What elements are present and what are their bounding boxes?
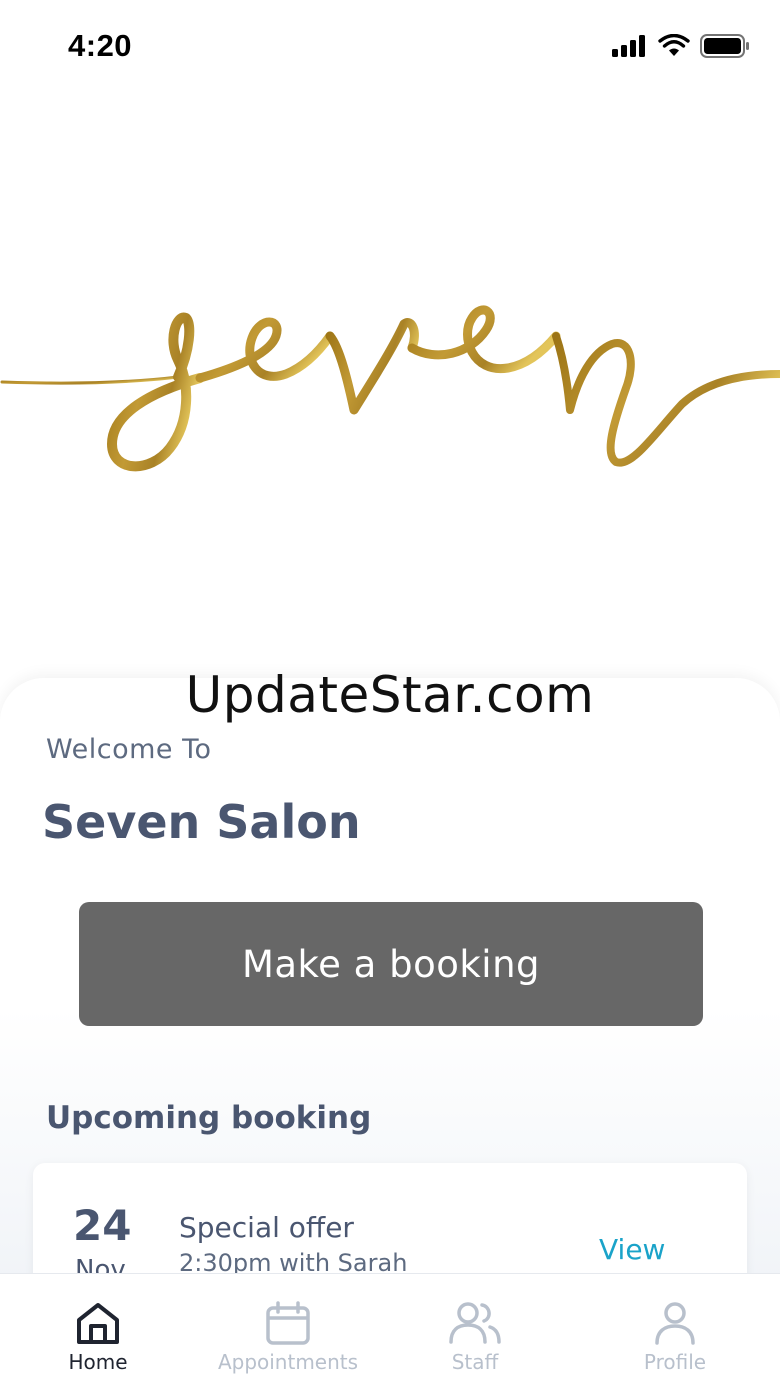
tab-profile-label: Profile — [643, 1350, 707, 1374]
brand-logo — [0, 92, 780, 682]
tab-staff[interactable]: Staff — [425, 1274, 525, 1387]
calendar-icon — [265, 1298, 311, 1348]
home-icon — [75, 1298, 121, 1348]
view-booking-link[interactable]: View — [599, 1233, 665, 1266]
status-icons — [612, 34, 750, 58]
cellular-signal-icon — [612, 35, 645, 57]
tab-home[interactable]: Home — [48, 1274, 148, 1387]
status-time: 4:20 — [68, 28, 133, 63]
booking-day: 24 — [73, 1201, 132, 1250]
upcoming-booking-title: Upcoming booking — [46, 1100, 372, 1136]
tab-home-label: Home — [68, 1350, 128, 1374]
bottom-tab-bar: Home Appointments Staff Profile — [0, 1273, 780, 1387]
wifi-icon — [658, 34, 690, 56]
tab-appointments[interactable]: Appointments — [198, 1274, 378, 1387]
battery-icon — [700, 34, 749, 58]
welcome-label: Welcome To — [46, 734, 212, 765]
salon-name: Seven Salon — [42, 795, 361, 849]
watermark-text: UpdateStar.com — [185, 666, 595, 724]
tab-profile[interactable]: Profile — [620, 1274, 730, 1387]
seven-script-logo — [0, 305, 780, 472]
staff-icon — [448, 1298, 502, 1348]
make-booking-button[interactable]: Make a booking — [79, 902, 703, 1026]
status-bar: 4:20 — [0, 0, 780, 92]
tab-staff-label: Staff — [451, 1350, 499, 1374]
booking-title: Special offer — [179, 1211, 354, 1244]
profile-icon — [654, 1298, 696, 1348]
tab-appointments-label: Appointments — [217, 1350, 359, 1374]
